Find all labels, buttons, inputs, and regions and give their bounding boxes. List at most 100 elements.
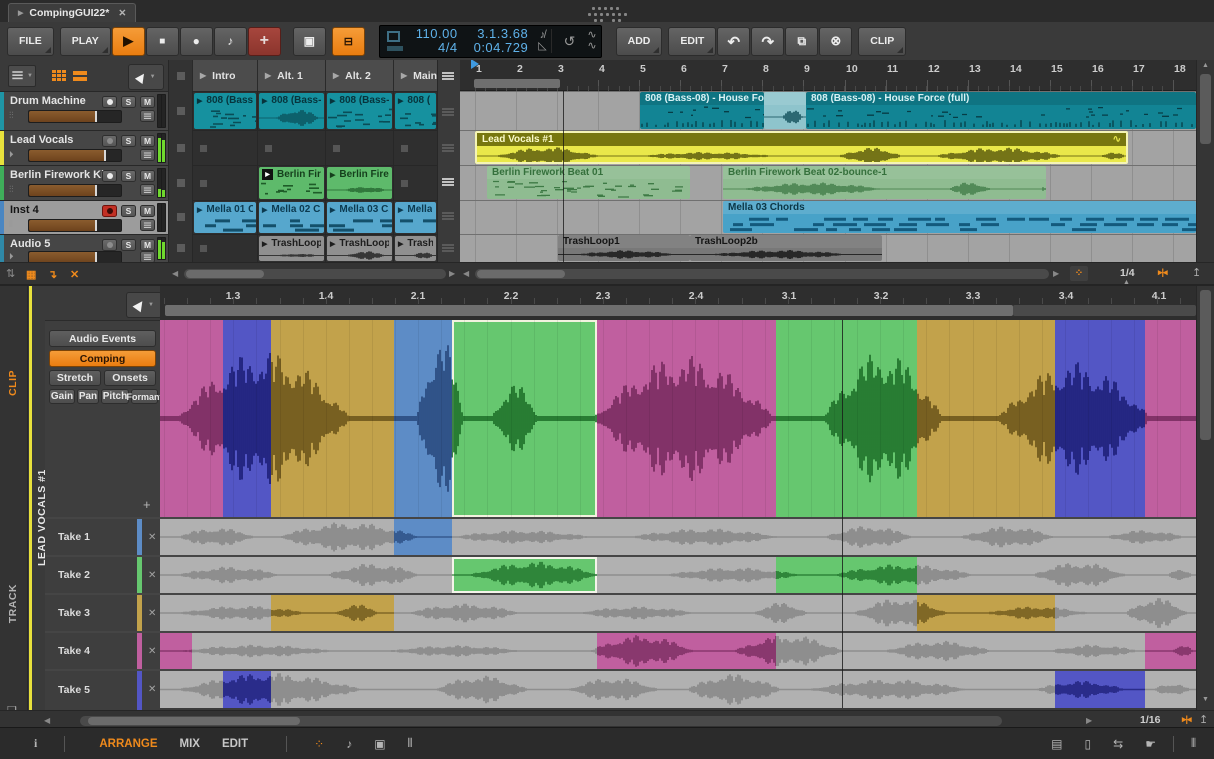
pan-button[interactable]: Pan — [77, 389, 99, 404]
delete-take-icon[interactable]: ✕ — [148, 684, 156, 695]
tab-close-icon[interactable]: ✕ — [118, 8, 126, 19]
solo-button[interactable]: S — [121, 96, 136, 108]
mute-button[interactable]: M — [140, 135, 155, 147]
comp-segment[interactable] — [1145, 320, 1197, 517]
launcher-cell[interactable]: ▶Trash — [393, 234, 437, 262]
inspector-panel-icon[interactable]: ▯ — [1085, 737, 1092, 751]
arranger-clip[interactable]: Mella 03 Chords — [723, 201, 1196, 233]
scene-header[interactable]: ▶Intro — [192, 60, 257, 91]
comp-segment[interactable] — [917, 320, 1056, 517]
take-highlight-region[interactable] — [917, 595, 1055, 631]
punch-markers-icon[interactable]: ∿∿ — [587, 30, 596, 52]
launcher-hscroll-track[interactable] — [184, 269, 446, 279]
play-start-marker[interactable] — [471, 60, 479, 69]
track-row[interactable]: Lead VocalsSM⏵ — [0, 130, 168, 165]
comp-segment[interactable] — [223, 320, 272, 517]
take-lane[interactable]: Take 5✕ — [45, 669, 1196, 708]
tab-clip[interactable]: CLIP — [7, 370, 19, 396]
track-row[interactable]: Drum MachineSM⫶⫶ — [0, 91, 168, 130]
comp-segment[interactable] — [1055, 320, 1146, 517]
stretch-button[interactable]: Stretch — [49, 370, 101, 386]
take-lane[interactable]: Take 4✕ — [45, 631, 1196, 669]
comping-button[interactable]: Comping — [49, 350, 156, 367]
launcher-cell[interactable]: ▶Mella — [393, 200, 437, 234]
launcher-cell[interactable] — [393, 130, 437, 165]
record-arm-button[interactable] — [102, 135, 117, 147]
take-highlight-region[interactable] — [597, 633, 776, 669]
take-highlight-region[interactable] — [452, 557, 597, 593]
track-menu-button[interactable] — [140, 149, 155, 161]
track-row[interactable]: Audio 5SM⏵ — [0, 234, 168, 262]
grid-view-icon[interactable] — [46, 69, 62, 83]
comp-segment[interactable] — [452, 320, 597, 517]
dual-panel-icon[interactable]: ⁘ — [314, 737, 324, 751]
take-highlight-region[interactable] — [271, 595, 394, 631]
solo-button[interactable]: S — [121, 205, 136, 217]
scene-header[interactable]: ▶Alt. 1 — [257, 60, 325, 91]
delete-take-icon[interactable]: ✕ — [148, 570, 156, 581]
take-highlight-region[interactable] — [1055, 671, 1145, 708]
launcher-clip[interactable]: ▶Mella 02 C... — [259, 202, 324, 233]
audio-events-button[interactable]: Audio Events — [49, 330, 156, 347]
scene-header[interactable]: ▶Alt. 2 — [325, 60, 393, 91]
solo-button[interactable]: S — [121, 239, 136, 251]
volume-slider[interactable] — [28, 149, 122, 162]
delete-take-icon[interactable]: ✕ — [148, 646, 156, 657]
launcher-cell[interactable] — [257, 130, 325, 165]
record-arm-button[interactable] — [102, 96, 117, 108]
record-button[interactable]: ● — [180, 27, 213, 56]
formant-button[interactable]: Formant — [131, 389, 158, 404]
launcher-clip[interactable]: ▶808 (Bass-... — [259, 93, 324, 129]
onsets-button[interactable]: Onsets — [104, 370, 156, 386]
rows-view-icon[interactable] — [72, 69, 88, 83]
scroll-down-arrow[interactable]: ▼ — [1202, 696, 1209, 703]
launcher-cell[interactable]: ▶Berlin Fire... — [257, 165, 325, 200]
solo-button[interactable]: S — [121, 170, 136, 182]
add-lane-button[interactable]: + — [143, 497, 151, 512]
launcher-cell[interactable] — [192, 130, 257, 165]
arranger-hscroll-track[interactable] — [475, 269, 1049, 279]
document-tab[interactable]: ▶ CompingGUI22* ✕ — [8, 3, 136, 22]
comping-mode-icon[interactable]: ∿ — [1113, 134, 1121, 145]
redo-button[interactable]: ↷ — [751, 27, 784, 56]
launcher-clip[interactable]: ▶Mella — [395, 202, 436, 233]
stop-button[interactable]: ■ — [146, 27, 179, 56]
launcher-cell[interactable] — [393, 165, 437, 200]
take-highlight-region[interactable] — [776, 557, 917, 593]
stop-all-button[interactable] — [177, 213, 185, 221]
arr-scroll-right-icon[interactable]: ▶ — [1053, 269, 1059, 278]
comp-segment[interactable] — [597, 320, 777, 517]
launcher-cell[interactable]: ▶Mella 01 C... — [192, 200, 257, 234]
launcher-cell[interactable]: ▶TrashLoop2b — [325, 234, 393, 262]
adaptive-grid-icon[interactable]: ▸|◂ — [1182, 714, 1191, 725]
undo-button[interactable]: ↶ — [717, 27, 750, 56]
override-launcher-icon[interactable] — [442, 108, 456, 118]
volume-slider[interactable] — [28, 219, 122, 232]
device-panel-icon[interactable]: ⇆ — [1113, 737, 1123, 751]
launcher-clip[interactable]: ▶TrashLoop1 — [259, 236, 324, 261]
scene-header[interactable]: ▶Main — [393, 60, 437, 91]
mute-button[interactable]: M — [140, 96, 155, 108]
launcher-cell[interactable]: ▶808 ( — [393, 91, 437, 130]
note-io-icon[interactable]: ♪ — [346, 737, 352, 751]
delete-button[interactable]: ⊗ — [819, 27, 852, 56]
take-lane-header[interactable]: Take 4✕ — [45, 633, 160, 671]
scroll-up-arrow[interactable]: ▲ — [1202, 62, 1209, 69]
add-track-button[interactable]: ADD — [616, 27, 663, 56]
arranger-clip[interactable]: TrashLoop1 — [558, 235, 690, 261]
automation-follow-button[interactable]: ⊟ — [332, 27, 365, 56]
mute-button[interactable]: M — [140, 205, 155, 217]
stop-all-button[interactable] — [177, 244, 185, 252]
take-lane[interactable]: Take 1✕ — [45, 517, 1196, 555]
override-launcher-icon[interactable] — [442, 244, 456, 254]
arranger-clip[interactable]: 808 (Bass-08) - House Force (full) — [806, 92, 1196, 129]
launcher-clip[interactable]: ▶808 (Bass-... — [327, 93, 392, 129]
record-arm-button[interactable] — [102, 205, 117, 217]
stop-all-button[interactable] — [177, 144, 185, 152]
take-highlight-region[interactable] — [394, 519, 452, 555]
launcher-cell[interactable]: ▶808 (Bass-... — [325, 91, 393, 130]
punch-in-button[interactable]: + — [248, 27, 281, 56]
view-arrange[interactable]: ARRANGE — [99, 738, 157, 750]
launcher-clip[interactable]: ▶Berlin Fire... — [259, 167, 324, 199]
arranger-clip[interactable]: Berlin Firework Beat 02-bounce-1 — [723, 166, 1046, 199]
